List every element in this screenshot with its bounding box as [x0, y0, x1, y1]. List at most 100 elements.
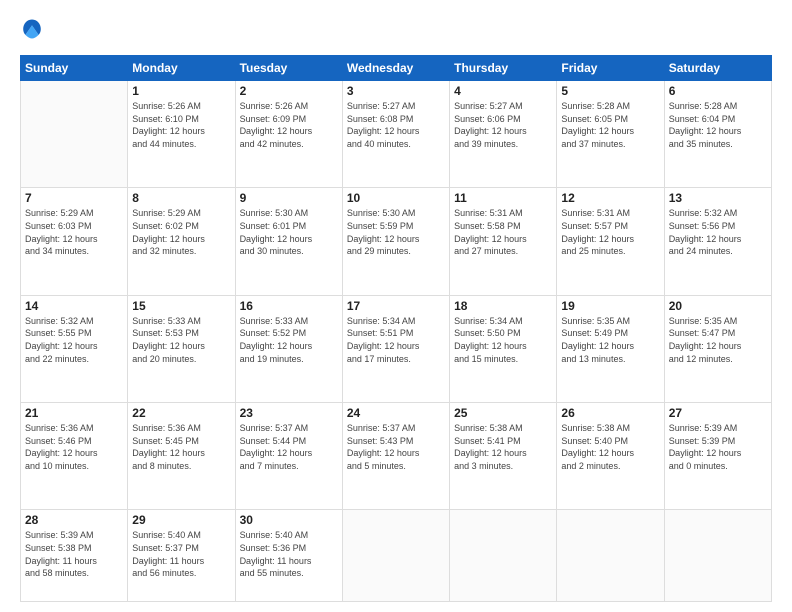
day-info: Sunrise: 5:30 AM Sunset: 6:01 PM Dayligh… — [240, 207, 338, 257]
calendar-cell — [21, 81, 128, 188]
day-info: Sunrise: 5:31 AM Sunset: 5:57 PM Dayligh… — [561, 207, 659, 257]
calendar-cell: 19 Sunrise: 5:35 AM Sunset: 5:49 PM Dayli… — [557, 295, 664, 402]
day-info: Sunrise: 5:37 AM Sunset: 5:44 PM Dayligh… — [240, 422, 338, 472]
calendar-cell — [557, 510, 664, 602]
day-number: 23 — [240, 406, 338, 420]
calendar-cell — [450, 510, 557, 602]
day-info: Sunrise: 5:29 AM Sunset: 6:02 PM Dayligh… — [132, 207, 230, 257]
day-number: 3 — [347, 84, 445, 98]
day-info: Sunrise: 5:36 AM Sunset: 5:46 PM Dayligh… — [25, 422, 123, 472]
calendar-cell: 21 Sunrise: 5:36 AM Sunset: 5:46 PM Dayli… — [21, 403, 128, 510]
calendar-cell: 14 Sunrise: 5:32 AM Sunset: 5:55 PM Dayli… — [21, 295, 128, 402]
calendar-cell: 1 Sunrise: 5:26 AM Sunset: 6:10 PM Daylig… — [128, 81, 235, 188]
day-number: 18 — [454, 299, 552, 313]
calendar-cell: 25Sunrise: 5:38 AM Sunset: 5:41 PM Dayli… — [450, 403, 557, 510]
day-number: 29 — [132, 513, 230, 527]
day-number: 27 — [669, 406, 767, 420]
day-info: Sunrise: 5:38 AM Sunset: 5:40 PM Dayligh… — [561, 422, 659, 472]
calendar: SundayMondayTuesdayWednesdayThursdayFrid… — [20, 55, 772, 602]
day-number: 11 — [454, 191, 552, 205]
day-number: 2 — [240, 84, 338, 98]
day-number: 20 — [669, 299, 767, 313]
calendar-cell: 27 Sunrise: 5:39 AM Sunset: 5:39 PM Dayli… — [664, 403, 771, 510]
day-info: Sunrise: 5:31 AM Sunset: 5:58 PM Dayligh… — [454, 207, 552, 257]
day-info: Sunrise: 5:29 AM Sunset: 6:03 PM Dayligh… — [25, 207, 123, 257]
calendar-cell: 2 Sunrise: 5:26 AM Sunset: 6:09 PM Daylig… — [235, 81, 342, 188]
calendar-cell: 22 Sunrise: 5:36 AM Sunset: 5:45 PM Dayli… — [128, 403, 235, 510]
day-header-friday: Friday — [557, 56, 664, 81]
calendar-cell — [664, 510, 771, 602]
calendar-cell: 5 Sunrise: 5:28 AM Sunset: 6:05 PM Daylig… — [557, 81, 664, 188]
day-number: 4 — [454, 84, 552, 98]
calendar-header-row: SundayMondayTuesdayWednesdayThursdayFrid… — [21, 56, 772, 81]
calendar-cell: 13Sunrise: 5:32 AM Sunset: 5:56 PM Dayli… — [664, 188, 771, 295]
calendar-cell: 9Sunrise: 5:30 AM Sunset: 6:01 PM Daylig… — [235, 188, 342, 295]
page: SundayMondayTuesdayWednesdayThursdayFrid… — [0, 0, 792, 612]
calendar-cell: 20 Sunrise: 5:35 AM Sunset: 5:47 PM Dayli… — [664, 295, 771, 402]
calendar-cell: 8Sunrise: 5:29 AM Sunset: 6:02 PM Daylig… — [128, 188, 235, 295]
day-info: Sunrise: 5:33 AM Sunset: 5:53 PM Dayligh… — [132, 315, 230, 365]
day-info: Sunrise: 5:35 AM Sunset: 5:49 PM Dayligh… — [561, 315, 659, 365]
calendar-cell: 3Sunrise: 5:27 AM Sunset: 6:08 PM Daylig… — [342, 81, 449, 188]
day-header-saturday: Saturday — [664, 56, 771, 81]
calendar-cell: 11 Sunrise: 5:31 AM Sunset: 5:58 PM Dayli… — [450, 188, 557, 295]
day-info: Sunrise: 5:40 AM Sunset: 5:37 PM Dayligh… — [132, 529, 230, 579]
day-info: Sunrise: 5:36 AM Sunset: 5:45 PM Dayligh… — [132, 422, 230, 472]
day-info: Sunrise: 5:32 AM Sunset: 5:55 PM Dayligh… — [25, 315, 123, 365]
day-info: Sunrise: 5:30 AM Sunset: 5:59 PM Dayligh… — [347, 207, 445, 257]
day-number: 13 — [669, 191, 767, 205]
calendar-cell: 6 Sunrise: 5:28 AM Sunset: 6:04 PM Daylig… — [664, 81, 771, 188]
logo-icon — [21, 18, 43, 40]
day-number: 10 — [347, 191, 445, 205]
day-info: Sunrise: 5:26 AM Sunset: 6:09 PM Dayligh… — [240, 100, 338, 150]
day-number: 28 — [25, 513, 123, 527]
calendar-cell — [342, 510, 449, 602]
calendar-cell: 15 Sunrise: 5:33 AM Sunset: 5:53 PM Dayli… — [128, 295, 235, 402]
week-row-4: 21 Sunrise: 5:36 AM Sunset: 5:46 PM Dayli… — [21, 403, 772, 510]
calendar-cell: 24Sunrise: 5:37 AM Sunset: 5:43 PM Dayli… — [342, 403, 449, 510]
day-info: Sunrise: 5:38 AM Sunset: 5:41 PM Dayligh… — [454, 422, 552, 472]
week-row-3: 14 Sunrise: 5:32 AM Sunset: 5:55 PM Dayli… — [21, 295, 772, 402]
day-info: Sunrise: 5:28 AM Sunset: 6:04 PM Dayligh… — [669, 100, 767, 150]
day-number: 30 — [240, 513, 338, 527]
day-number: 5 — [561, 84, 659, 98]
calendar-cell: 26Sunrise: 5:38 AM Sunset: 5:40 PM Dayli… — [557, 403, 664, 510]
day-info: Sunrise: 5:39 AM Sunset: 5:38 PM Dayligh… — [25, 529, 123, 579]
day-info: Sunrise: 5:40 AM Sunset: 5:36 PM Dayligh… — [240, 529, 338, 579]
day-info: Sunrise: 5:28 AM Sunset: 6:05 PM Dayligh… — [561, 100, 659, 150]
day-info: Sunrise: 5:33 AM Sunset: 5:52 PM Dayligh… — [240, 315, 338, 365]
day-number: 22 — [132, 406, 230, 420]
week-row-5: 28 Sunrise: 5:39 AM Sunset: 5:38 PM Dayli… — [21, 510, 772, 602]
day-info: Sunrise: 5:35 AM Sunset: 5:47 PM Dayligh… — [669, 315, 767, 365]
day-header-tuesday: Tuesday — [235, 56, 342, 81]
day-number: 17 — [347, 299, 445, 313]
day-number: 21 — [25, 406, 123, 420]
day-number: 6 — [669, 84, 767, 98]
calendar-cell: 16 Sunrise: 5:33 AM Sunset: 5:52 PM Dayli… — [235, 295, 342, 402]
calendar-cell: 17Sunrise: 5:34 AM Sunset: 5:51 PM Dayli… — [342, 295, 449, 402]
day-header-thursday: Thursday — [450, 56, 557, 81]
day-number: 19 — [561, 299, 659, 313]
calendar-cell: 30 Sunrise: 5:40 AM Sunset: 5:36 PM Dayli… — [235, 510, 342, 602]
day-info: Sunrise: 5:26 AM Sunset: 6:10 PM Dayligh… — [132, 100, 230, 150]
calendar-cell: 12 Sunrise: 5:31 AM Sunset: 5:57 PM Dayli… — [557, 188, 664, 295]
day-info: Sunrise: 5:27 AM Sunset: 6:06 PM Dayligh… — [454, 100, 552, 150]
day-number: 16 — [240, 299, 338, 313]
day-header-sunday: Sunday — [21, 56, 128, 81]
calendar-cell: 4 Sunrise: 5:27 AM Sunset: 6:06 PM Daylig… — [450, 81, 557, 188]
day-number: 12 — [561, 191, 659, 205]
day-info: Sunrise: 5:37 AM Sunset: 5:43 PM Dayligh… — [347, 422, 445, 472]
calendar-cell: 29 Sunrise: 5:40 AM Sunset: 5:37 PM Dayli… — [128, 510, 235, 602]
calendar-cell: 7 Sunrise: 5:29 AM Sunset: 6:03 PM Daylig… — [21, 188, 128, 295]
day-info: Sunrise: 5:39 AM Sunset: 5:39 PM Dayligh… — [669, 422, 767, 472]
calendar-cell: 10 Sunrise: 5:30 AM Sunset: 5:59 PM Dayli… — [342, 188, 449, 295]
calendar-cell: 23 Sunrise: 5:37 AM Sunset: 5:44 PM Dayli… — [235, 403, 342, 510]
day-header-monday: Monday — [128, 56, 235, 81]
day-number: 7 — [25, 191, 123, 205]
day-number: 14 — [25, 299, 123, 313]
logo — [20, 18, 45, 45]
day-number: 1 — [132, 84, 230, 98]
header — [20, 18, 772, 45]
week-row-2: 7 Sunrise: 5:29 AM Sunset: 6:03 PM Daylig… — [21, 188, 772, 295]
day-number: 15 — [132, 299, 230, 313]
